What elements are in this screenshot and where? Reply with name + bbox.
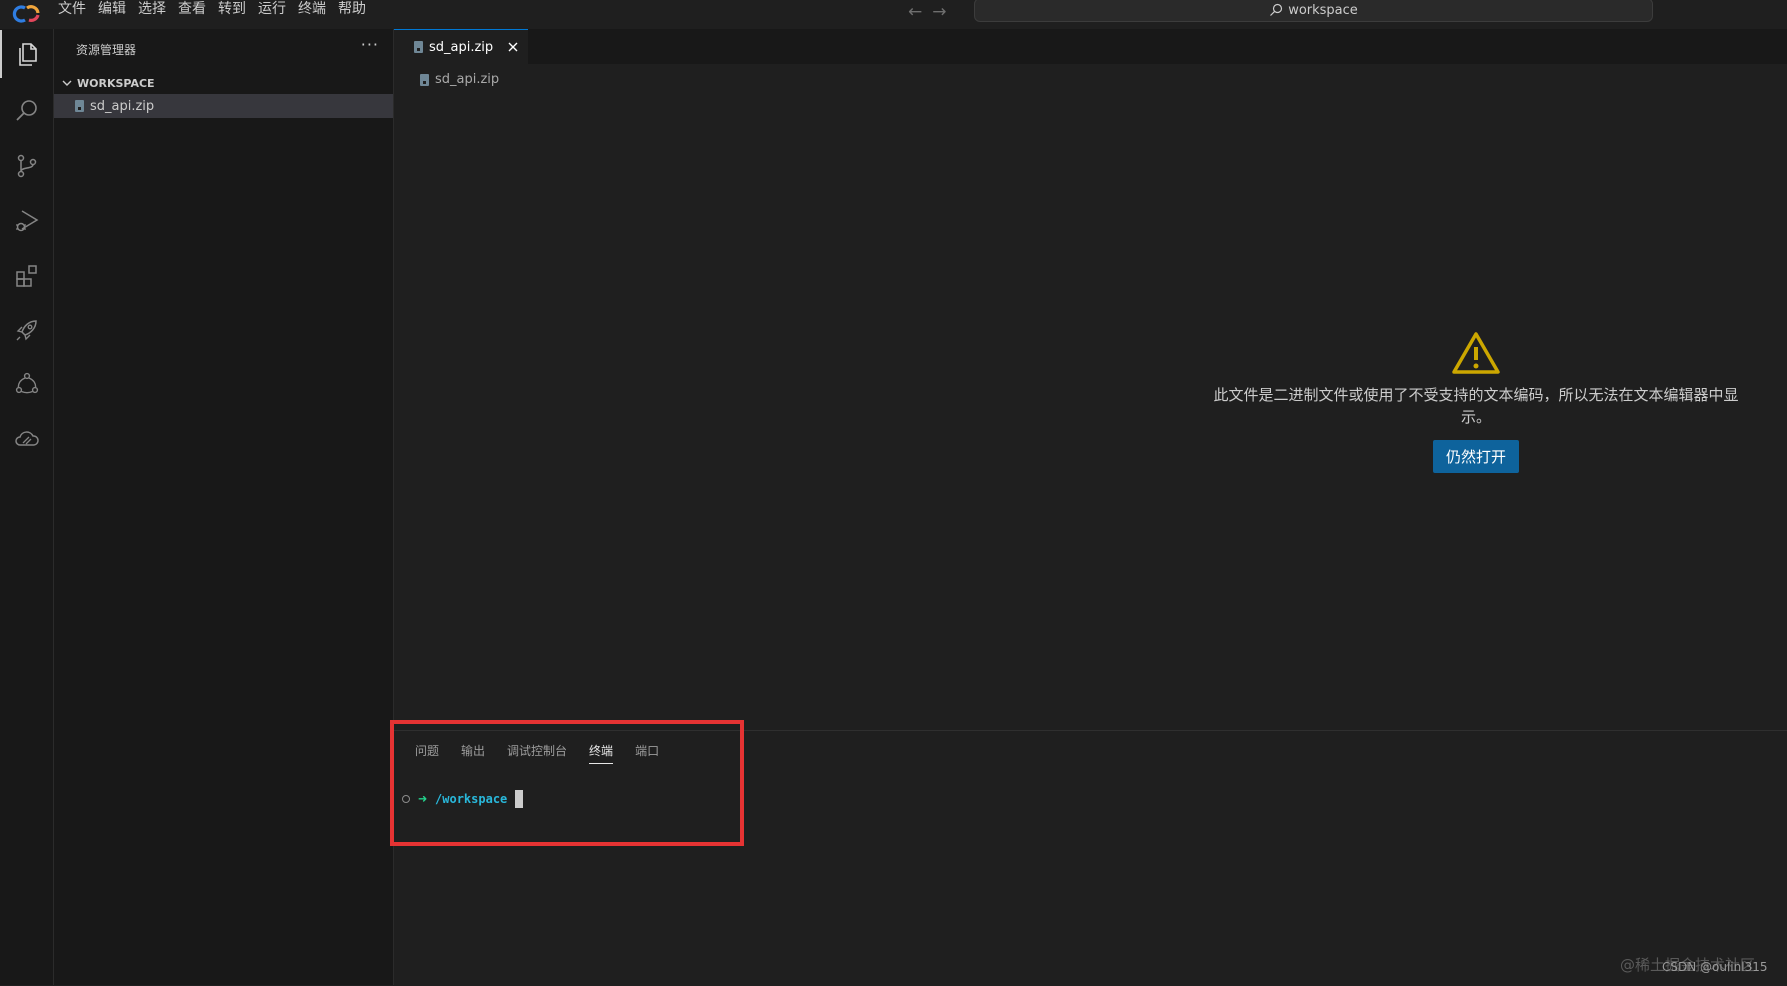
cloud-icon — [15, 431, 39, 446]
search-icon — [1270, 3, 1283, 16]
activity-bar — [0, 29, 54, 985]
more-actions-button[interactable]: ··· — [361, 35, 379, 54]
chevron-down-icon — [62, 80, 72, 86]
menu-terminal[interactable]: 终端 — [292, 0, 332, 29]
editor-tab[interactable]: sd_api.zip — [394, 29, 528, 64]
menu-run[interactable]: 运行 — [252, 0, 292, 29]
open-anyway-button[interactable]: 仍然打开 — [1432, 440, 1519, 473]
breadcrumb-item: sd_api.zip — [435, 72, 500, 87]
explorer-sidebar: 资源管理器 ··· WORKSPACE sd_api.zip — [54, 29, 394, 985]
menu-help[interactable]: 帮助 — [332, 0, 372, 29]
connections-icon — [15, 372, 39, 394]
terminal-cursor — [515, 790, 524, 808]
menu-bar: 文件 编辑 选择 查看 转到 运行 终端 帮助 — [52, 0, 372, 29]
terminal-prompt[interactable]: ➜ /workspace — [402, 789, 524, 809]
file-tree-item-label: sd_api.zip — [90, 98, 155, 114]
editor-tab-label: sd_api.zip — [429, 39, 494, 55]
forward-arrow-icon[interactable]: → — [932, 2, 946, 22]
tab-ports[interactable]: 端口 — [635, 742, 659, 764]
tab-debug-console[interactable]: 调试控制台 — [507, 742, 567, 764]
close-icon[interactable] — [506, 40, 520, 54]
sidebar-title: 资源管理器 — [76, 43, 137, 57]
warning-icon — [1452, 332, 1500, 374]
zip-file-icon — [420, 73, 429, 86]
binary-file-notice: 此文件是二进制文件或使用了不受支持的文本编码，所以无法在文本编辑器中显示。 仍然… — [1210, 330, 1742, 473]
menu-file[interactable]: 文件 — [52, 0, 92, 29]
app-logo-icon — [12, 5, 40, 23]
run-debug-icon — [16, 210, 39, 232]
zip-file-icon — [414, 41, 423, 53]
binary-file-message: 此文件是二进制文件或使用了不受支持的文本编码，所以无法在文本编辑器中显示。 — [1213, 386, 1739, 426]
activity-connections[interactable] — [0, 360, 54, 408]
prompt-arrow-icon: ➜ — [418, 790, 428, 808]
breadcrumb[interactable]: sd_api.zip — [420, 72, 499, 87]
back-arrow-icon[interactable]: ← — [908, 2, 922, 22]
zip-file-icon — [75, 100, 84, 112]
file-tree-item[interactable]: sd_api.zip — [54, 94, 393, 118]
activity-deploy[interactable] — [0, 306, 54, 354]
workspace-section-header[interactable]: WORKSPACE — [54, 72, 393, 94]
activity-source-control[interactable] — [0, 142, 54, 190]
deploy-rocket-icon — [16, 320, 37, 341]
activity-explorer[interactable] — [0, 30, 54, 78]
workspace-label: WORKSPACE — [77, 76, 155, 90]
search-icon — [16, 100, 37, 121]
activity-search[interactable] — [0, 87, 54, 135]
menu-view[interactable]: 查看 — [172, 0, 212, 29]
menu-go[interactable]: 转到 — [212, 0, 252, 29]
title-bar: 文件 编辑 选择 查看 转到 运行 终端 帮助 ← → workspace — [0, 0, 1787, 30]
tab-problems[interactable]: 问题 — [415, 742, 439, 764]
editor-tab-bar: sd_api.zip — [394, 29, 1787, 64]
activity-extensions[interactable] — [0, 252, 54, 300]
command-status-dot-icon — [402, 795, 410, 803]
source-control-icon — [17, 154, 37, 178]
navigation-arrows: ← → — [908, 2, 947, 22]
command-center-search[interactable]: workspace — [974, 0, 1653, 22]
activity-run-debug[interactable] — [0, 197, 54, 245]
explorer-icon — [19, 43, 37, 66]
terminal-cwd: /workspace — [435, 792, 508, 806]
tab-terminal[interactable]: 终端 — [589, 742, 614, 764]
panel-tabs: 问题 输出 调试控制台 终端 端口 — [415, 742, 659, 764]
menu-selection[interactable]: 选择 — [132, 0, 172, 29]
watermark-csdn: CSDN @oulinl315 — [1662, 960, 1768, 974]
menu-edit[interactable]: 编辑 — [92, 0, 132, 29]
activity-cloud[interactable] — [0, 414, 54, 462]
bottom-panel: 问题 输出 调试控制台 终端 端口 ➜ /workspace — [394, 730, 1787, 986]
tab-output[interactable]: 输出 — [461, 742, 485, 764]
extensions-icon — [16, 265, 37, 287]
command-center-label: workspace — [1288, 2, 1358, 18]
